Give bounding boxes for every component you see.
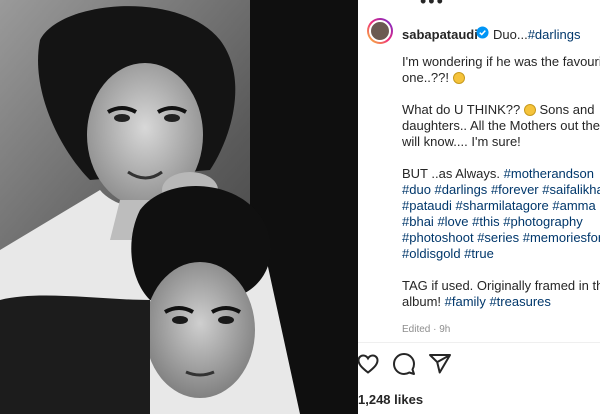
hashtag-link[interactable]: #saifalikhan [542, 182, 600, 197]
caption-paragraph-3: BUT ..as Always. #motherandson #duo #dar… [402, 166, 600, 262]
caption-line: daughters.. All the Mothers out there [402, 118, 600, 133]
post-caption: I'm wondering if he was the favourite one… [402, 54, 600, 326]
avatar[interactable] [367, 18, 393, 44]
username[interactable]: sabapataudi [402, 27, 478, 42]
hashtag-link[interactable]: #love [437, 214, 468, 229]
caption-line: What do U THINK?? [402, 102, 524, 117]
post-header: sabapataudi Duo...#darlings [358, 18, 600, 48]
comment-icon[interactable] [392, 352, 416, 376]
caption-line: Sons and [535, 102, 595, 117]
post-details-panel: ••• sabapataudi Duo...#darlings I'm wond… [358, 0, 600, 414]
verified-badge-icon [476, 26, 489, 39]
action-bar [358, 352, 600, 378]
caption-line: BUT ..as Always. [402, 166, 504, 181]
post-photo[interactable] [0, 0, 358, 414]
hashtag-link[interactable]: #family [445, 294, 486, 309]
instagram-post: ••• sabapataudi Duo...#darlings I'm wond… [0, 0, 600, 414]
top-bar: ••• [358, 0, 600, 11]
caption-paragraph-1: I'm wondering if he was the favourite one… [402, 54, 600, 86]
hashtag-link[interactable]: #oldisgold [402, 246, 461, 261]
hashtag-link[interactable]: #series [477, 230, 519, 245]
grinning-emoji-icon [523, 104, 536, 116]
caption-line: one..??! [402, 70, 449, 85]
hashtag-link[interactable]: #this [472, 214, 499, 229]
caption-paragraph-2: What do U THINK?? Sons and daughters.. Al… [402, 102, 600, 150]
hashtag-link[interactable]: #photography [503, 214, 583, 229]
hashtag-link[interactable]: #treasures [489, 294, 550, 309]
hashtag-link[interactable]: #memoriesforlife [523, 230, 600, 245]
likes-count[interactable]: 1,248 likes [358, 392, 423, 407]
caption-line: TAG if used. Originally framed in the [402, 278, 600, 293]
avatar-image [369, 20, 391, 42]
caption-line: album! [402, 294, 445, 309]
hashtag-link[interactable]: #amma [552, 198, 595, 213]
caption-paragraph-4: TAG if used. Originally framed in the al… [402, 278, 600, 310]
hashtag-link[interactable]: #photoshoot [402, 230, 474, 245]
hashtag-link[interactable]: #pataudi [402, 198, 452, 213]
black-and-white-photo [0, 0, 358, 414]
divider [358, 342, 600, 343]
hashtag-link[interactable]: #darlings [435, 182, 488, 197]
slightly-smiling-emoji-icon [452, 72, 465, 84]
hashtag-link[interactable]: #forever [491, 182, 539, 197]
hashtag-link[interactable]: #bhai [402, 214, 434, 229]
heart-icon[interactable] [358, 352, 380, 376]
hashtag-link[interactable]: #sharmilatagore [456, 198, 549, 213]
hashtag-link[interactable]: #duo [402, 182, 431, 197]
caption-line: I'm wondering if he was the favourite [402, 54, 600, 69]
more-options-icon[interactable]: ••• [420, 0, 445, 12]
header-caption-text: Duo... [493, 27, 528, 42]
header-caption: Duo...#darlings [493, 27, 580, 42]
share-icon[interactable] [428, 352, 452, 376]
edited-timestamp: Edited · 9h [402, 324, 451, 335]
hashtag-link[interactable]: #true [464, 246, 494, 261]
hashtag-link[interactable]: #darlings [528, 27, 581, 42]
hashtag-link[interactable]: #motherandson [504, 166, 594, 181]
caption-line: will know.... I'm sure! [402, 134, 521, 149]
